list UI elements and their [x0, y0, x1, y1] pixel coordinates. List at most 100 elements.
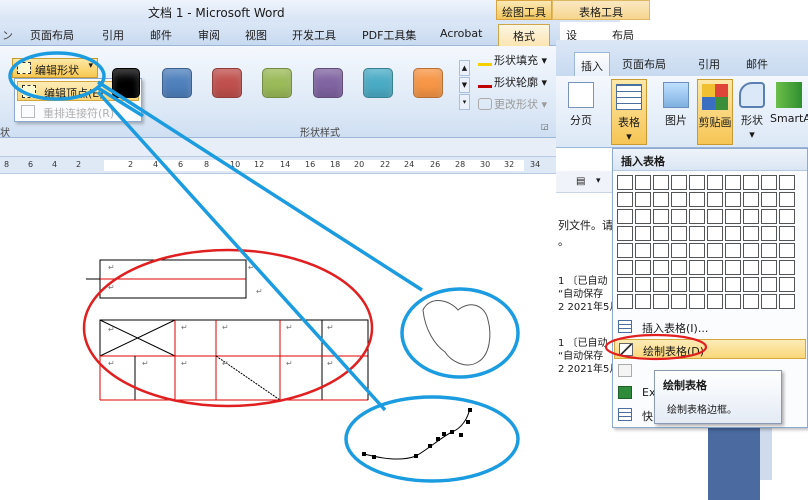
tab-references[interactable]: 引用	[102, 27, 124, 43]
table-size-cell[interactable]	[707, 294, 723, 309]
table-size-cell[interactable]	[779, 209, 795, 224]
tab-page-layout[interactable]: 页面布局	[30, 27, 74, 43]
table-size-cell[interactable]	[689, 294, 705, 309]
table-size-cell[interactable]	[653, 209, 669, 224]
table-size-cell[interactable]	[761, 294, 777, 309]
table-size-cell[interactable]	[617, 192, 633, 207]
table-size-cell[interactable]	[635, 226, 651, 241]
table-size-cell[interactable]	[689, 277, 705, 292]
gallery-down-button[interactable]: ▼	[459, 77, 470, 93]
table-size-cell[interactable]	[671, 260, 687, 275]
table-size-cell[interactable]	[617, 294, 633, 309]
tab-acrobat[interactable]: Acrobat	[440, 27, 482, 40]
table-size-cell[interactable]	[671, 192, 687, 207]
table-size-cell[interactable]	[707, 209, 723, 224]
table-size-cell[interactable]	[779, 294, 795, 309]
table-size-cell[interactable]	[707, 192, 723, 207]
table-size-cell[interactable]	[725, 226, 741, 241]
table-size-cell[interactable]	[653, 277, 669, 292]
table-size-cell[interactable]	[761, 192, 777, 207]
table-size-cell[interactable]	[671, 277, 687, 292]
style-swatch[interactable]	[363, 68, 393, 98]
tab-insert[interactable]: 插入	[574, 52, 610, 76]
dialog-launcher-icon[interactable]: ◲	[541, 122, 551, 132]
shape-outline-button[interactable]: 形状轮廓 ▾	[478, 74, 547, 92]
table-button[interactable]: 表格 ▾	[611, 79, 647, 145]
table-size-cell[interactable]	[635, 192, 651, 207]
table-size-cell[interactable]	[653, 294, 669, 309]
table-size-cell[interactable]	[743, 209, 759, 224]
tab-format[interactable]: 格式	[498, 24, 550, 46]
clip-art-button[interactable]: 剪贴画	[697, 79, 733, 145]
table-size-grid[interactable]	[617, 175, 799, 311]
table-size-cell[interactable]	[689, 192, 705, 207]
gallery-more-button[interactable]: ▾	[459, 94, 470, 110]
change-shape-button[interactable]: 更改形状 ▾	[478, 96, 547, 114]
table-size-cell[interactable]	[761, 243, 777, 258]
table-size-cell[interactable]	[725, 175, 741, 190]
table-size-cell[interactable]	[779, 175, 795, 190]
table-size-cell[interactable]	[779, 260, 795, 275]
table-size-cell[interactable]	[743, 226, 759, 241]
table-size-cell[interactable]	[761, 226, 777, 241]
style-swatch[interactable]	[112, 68, 140, 98]
tab-partial[interactable]: ン	[2, 27, 13, 43]
table-size-cell[interactable]	[635, 260, 651, 275]
table-size-cell[interactable]	[617, 175, 633, 190]
table-size-cell[interactable]	[635, 277, 651, 292]
table-size-cell[interactable]	[671, 175, 687, 190]
table-size-cell[interactable]	[725, 209, 741, 224]
table-size-cell[interactable]	[671, 243, 687, 258]
table-size-cell[interactable]	[743, 294, 759, 309]
style-swatch[interactable]	[162, 68, 192, 98]
table-size-cell[interactable]	[743, 243, 759, 258]
table-size-cell[interactable]	[725, 192, 741, 207]
table-size-cell[interactable]	[689, 209, 705, 224]
tab-review[interactable]: 审阅	[198, 27, 220, 43]
smartart-button[interactable]: SmartA	[770, 82, 808, 125]
table-size-cell[interactable]	[779, 243, 795, 258]
table-size-cell[interactable]	[779, 192, 795, 207]
table-size-cell[interactable]	[653, 192, 669, 207]
table-size-cell[interactable]	[617, 260, 633, 275]
tab-page-layout-2[interactable]: 页面布局	[622, 56, 666, 72]
style-swatch[interactable]	[313, 68, 343, 98]
table-size-cell[interactable]	[779, 226, 795, 241]
shape-fill-button[interactable]: 形状填充 ▾	[478, 52, 547, 70]
table-size-cell[interactable]	[671, 294, 687, 309]
table-size-cell[interactable]	[707, 243, 723, 258]
edit-shape-button[interactable]: 编辑形状 ▾	[12, 58, 98, 78]
style-swatch[interactable]	[413, 68, 443, 98]
table-size-cell[interactable]	[707, 260, 723, 275]
style-swatch[interactable]	[212, 68, 242, 98]
horizontal-ruler[interactable]: 8 6 4 2 2 4 6 8 10 12 14 16 18 20 22 24 26 28 30 32 34	[0, 156, 556, 174]
table-size-cell[interactable]	[635, 175, 651, 190]
tab-mailings[interactable]: 邮件	[150, 27, 172, 43]
table-size-cell[interactable]	[761, 260, 777, 275]
table-size-cell[interactable]	[635, 243, 651, 258]
table-size-cell[interactable]	[689, 226, 705, 241]
table-size-cell[interactable]	[743, 192, 759, 207]
table-size-cell[interactable]	[707, 277, 723, 292]
table-size-cell[interactable]	[743, 277, 759, 292]
table-size-cell[interactable]	[635, 294, 651, 309]
tab-pdf-tools[interactable]: PDF工具集	[362, 27, 416, 43]
shapes-button[interactable]: 形状 ▾	[736, 82, 768, 141]
table-size-cell[interactable]	[689, 260, 705, 275]
style-swatch[interactable]	[262, 68, 292, 98]
table-size-cell[interactable]	[725, 260, 741, 275]
tab-mailings-2[interactable]: 邮件	[746, 56, 768, 72]
table-size-cell[interactable]	[617, 209, 633, 224]
table-size-cell[interactable]	[635, 209, 651, 224]
tab-developer[interactable]: 开发工具	[292, 27, 336, 43]
tab-view[interactable]: 视图	[245, 27, 267, 43]
table-size-cell[interactable]	[617, 226, 633, 241]
table-size-cell[interactable]	[617, 243, 633, 258]
table-size-cell[interactable]	[671, 209, 687, 224]
table-size-cell[interactable]	[617, 277, 633, 292]
table-size-cell[interactable]	[743, 175, 759, 190]
chevron-down-icon[interactable]: ▾	[596, 176, 601, 186]
menu-item-draw-table[interactable]: 绘制表格(D)	[614, 339, 806, 359]
document-canvas[interactable]	[0, 174, 556, 500]
table-size-cell[interactable]	[653, 260, 669, 275]
